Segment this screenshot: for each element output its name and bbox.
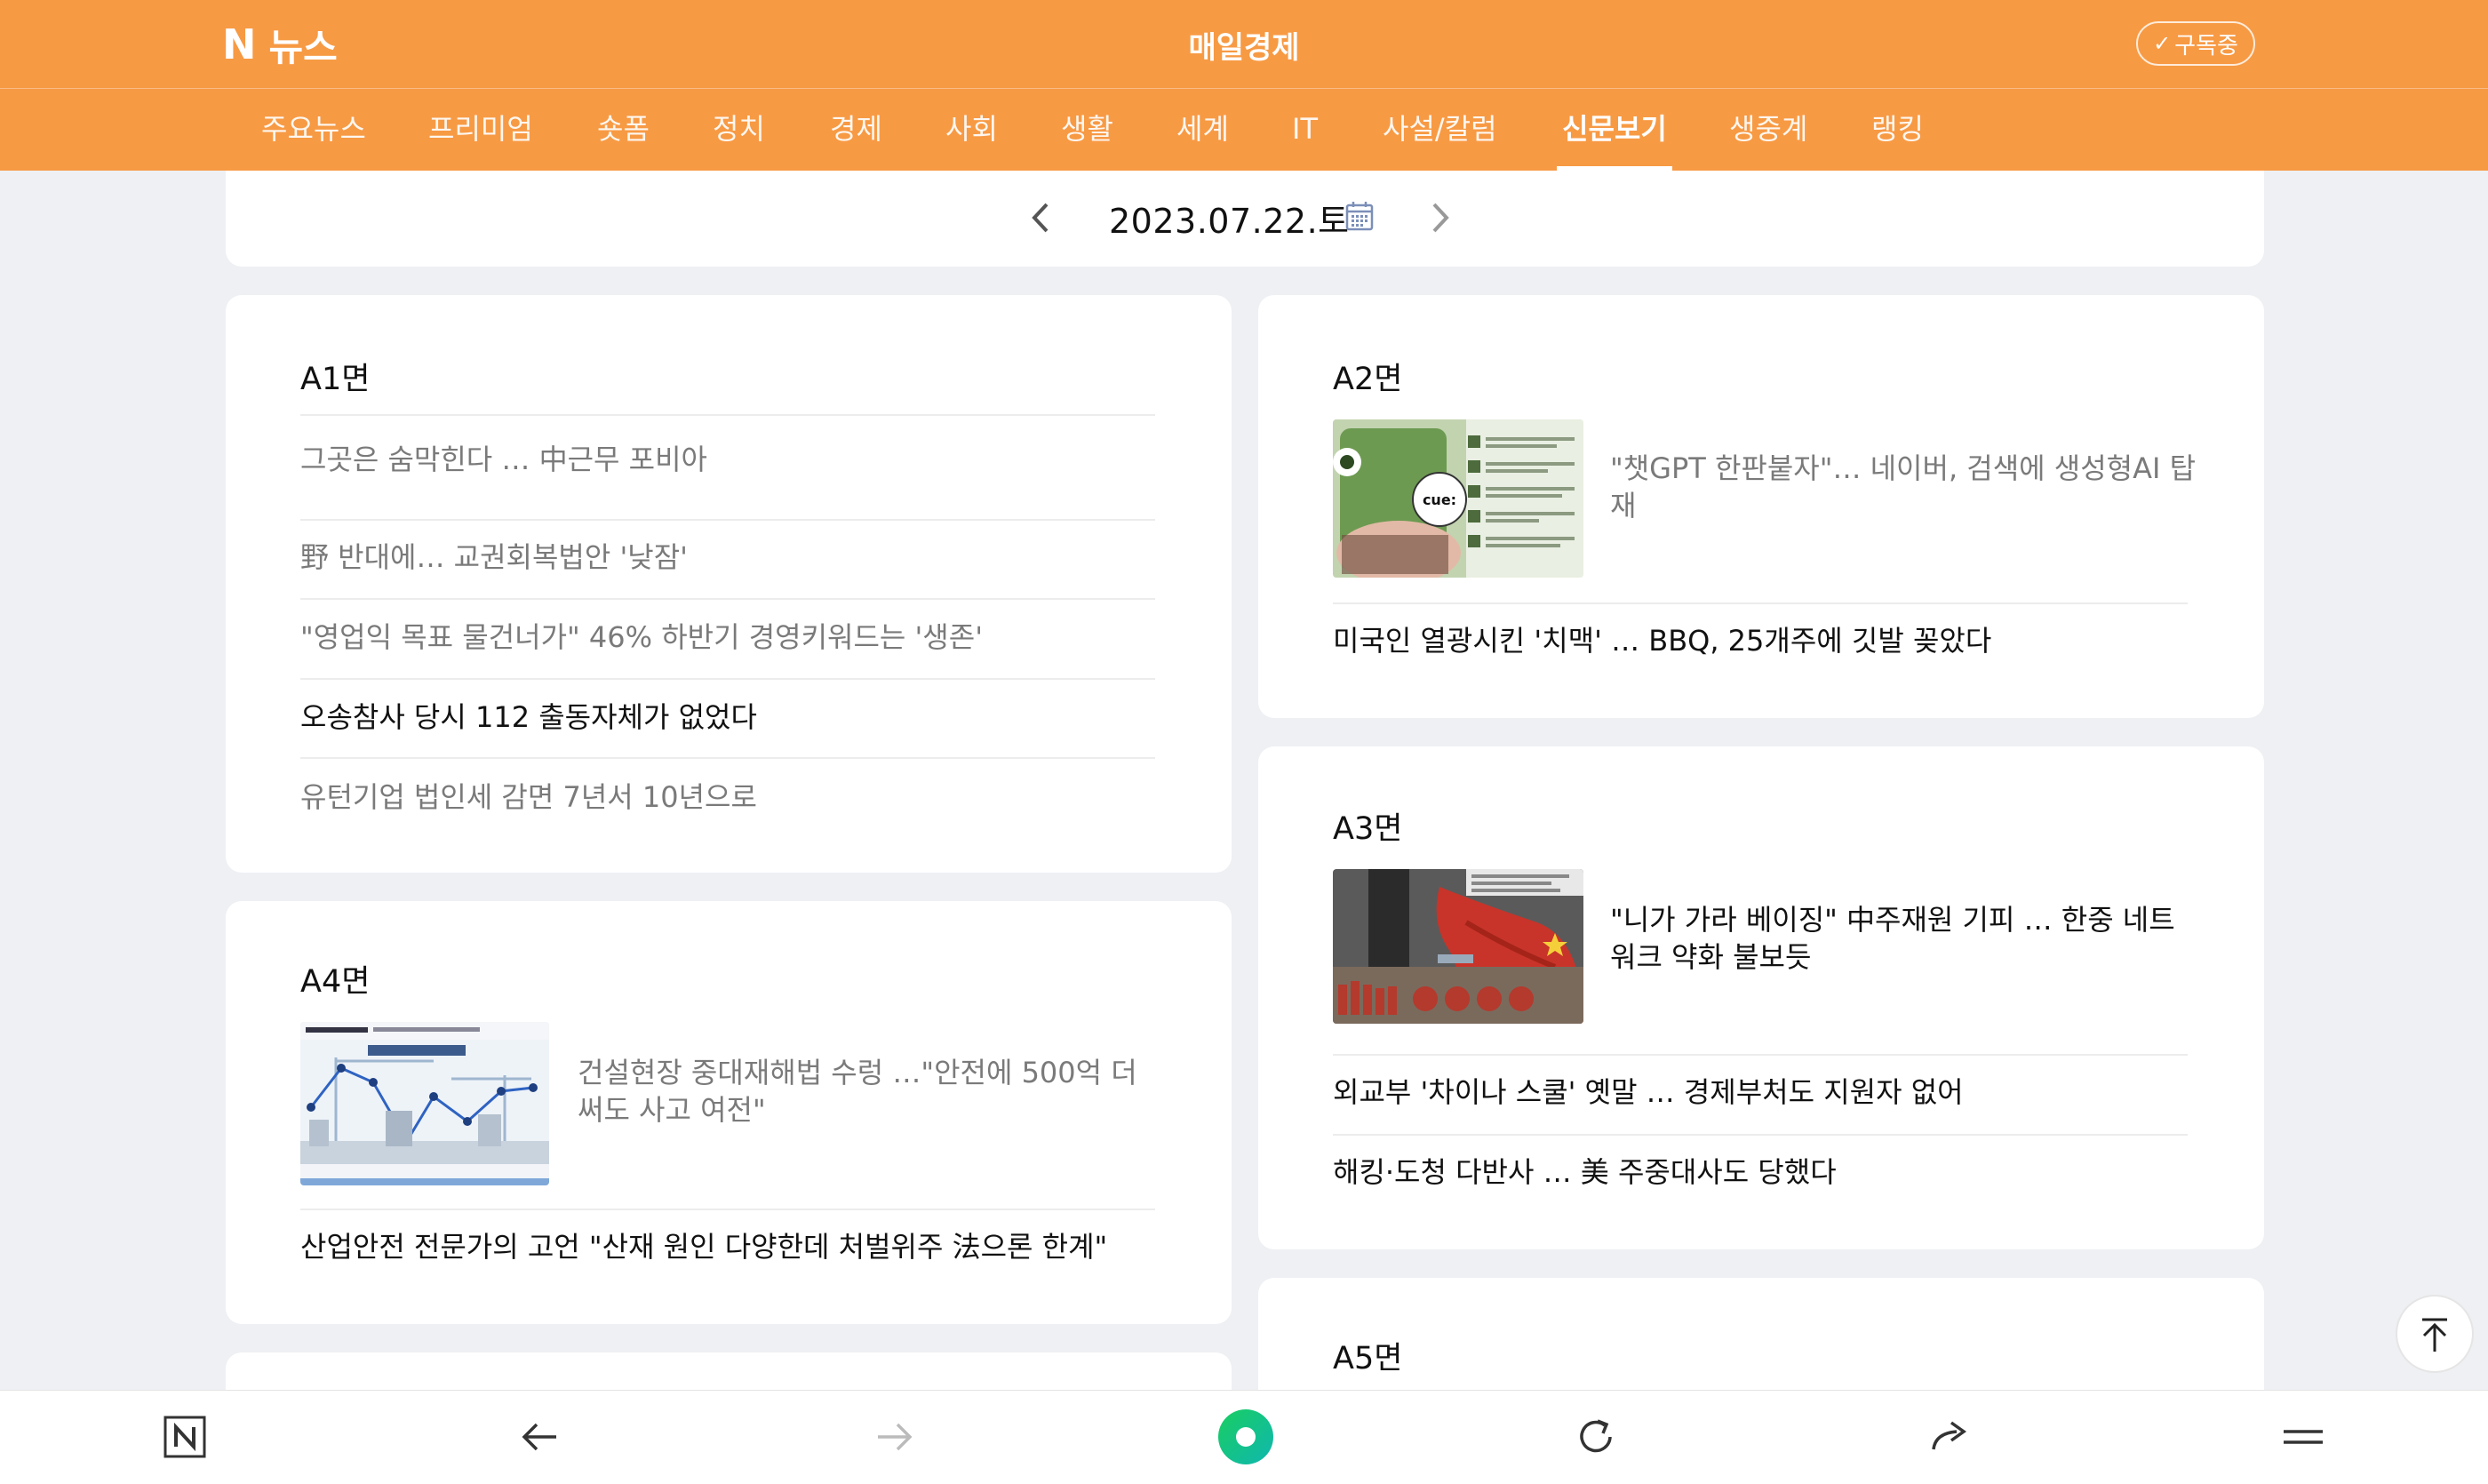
nav-item-ranking[interactable]: 랭킹 bbox=[1871, 89, 1924, 171]
cue-app-thumbnail: cue: bbox=[1333, 419, 1583, 578]
headline-link[interactable]: 오송참사 당시 112 출동자체가 없었다 bbox=[300, 698, 757, 736]
headline-link[interactable]: "니가 가라 베이징" 中주재원 기피 … 한중 네트워크 약화 불보듯 bbox=[1610, 901, 2197, 976]
chevron-right-icon bbox=[1432, 203, 1449, 233]
forward-arrow-icon[interactable] bbox=[867, 1410, 921, 1464]
headline-link[interactable]: "영업익 목표 물건너가" 46% 하반기 경영키워드는 '생존' bbox=[300, 618, 983, 656]
divider bbox=[1333, 1134, 2188, 1136]
subscribe-label: 구독중 bbox=[2174, 32, 2238, 60]
share-icon[interactable] bbox=[1923, 1410, 1976, 1464]
page-title: A3면 bbox=[1333, 811, 1403, 847]
next-date-button[interactable] bbox=[1422, 195, 1457, 240]
divider bbox=[300, 414, 1155, 416]
nav-item-premium[interactable]: 프리미엄 bbox=[428, 89, 533, 171]
page-card-a3: A3면 "니가 가라 베이징" 中주재원 기피 … 한중 네트워크 약화 불보듯… bbox=[1258, 746, 2264, 1249]
nav-item-shortform[interactable]: 숏폼 bbox=[597, 89, 650, 171]
check-icon: ✓ bbox=[2153, 31, 2172, 56]
headline-link[interactable]: 해킹·도청 다반사 … 美 주중대사도 당했다 bbox=[1333, 1153, 1837, 1191]
divider bbox=[300, 598, 1155, 600]
article-thumbnail[interactable]: cue: bbox=[1333, 419, 1583, 578]
article-thumbnail[interactable] bbox=[1333, 869, 1583, 1024]
page-card-a4: A4면 건설현장 중대재해법 수렁 …"안전에 500억 더 써도 사고 여전" bbox=[226, 901, 1232, 1324]
divider bbox=[1333, 602, 2188, 604]
page-title: A2면 bbox=[1333, 362, 1403, 397]
divider bbox=[300, 519, 1155, 521]
page-title: A4면 bbox=[300, 964, 371, 1000]
divider bbox=[300, 757, 1155, 759]
cue-logo-text: cue: bbox=[1423, 491, 1456, 508]
headline-link[interactable]: 유턴기업 법인세 감면 7년서 10년으로 bbox=[300, 778, 757, 816]
page-card-a5: A5면 bbox=[1258, 1278, 2264, 1402]
headline-link[interactable]: 산업안전 전문가의 고언 "산재 원인 다양한데 처벌위주 法으론 한계" bbox=[300, 1228, 1107, 1265]
date-selector: 2023.07.22.토 bbox=[226, 171, 2264, 267]
nav-item-editorial[interactable]: 사설/칼럼 bbox=[1383, 89, 1497, 171]
nav-item-newspaper[interactable]: 신문보기 bbox=[1557, 89, 1672, 171]
browser-bottom-bar bbox=[0, 1390, 2488, 1484]
calendar-icon[interactable] bbox=[1345, 201, 1374, 231]
nav-item-main-news[interactable]: 주요뉴스 bbox=[261, 89, 366, 171]
chevron-left-icon bbox=[1032, 203, 1049, 233]
category-nav: 주요뉴스 프리미엄 숏폼 정치 경제 사회 생활 세계 IT 사설/칼럼 신문보… bbox=[0, 89, 2488, 171]
scroll-to-top-button[interactable] bbox=[2396, 1295, 2474, 1373]
page-card-a2: A2면 cue: "챗GPT 한판붙자"… 네이버, 검색에 생성형AI 탑재 … bbox=[1258, 295, 2264, 718]
nav-item-world[interactable]: 세계 bbox=[1176, 89, 1229, 171]
headline-link[interactable]: 그곳은 숨막힌다 … 中근무 포비아 bbox=[300, 441, 707, 478]
top-header: N 뉴스 매일경제 ✓ 구독중 bbox=[0, 0, 2488, 89]
china-flag-thumbnail bbox=[1333, 869, 1583, 1024]
back-arrow-icon[interactable] bbox=[514, 1410, 567, 1464]
divider bbox=[1333, 1054, 2188, 1056]
subscribe-button[interactable]: ✓ 구독중 bbox=[2136, 21, 2255, 66]
page-title: A1면 bbox=[300, 362, 371, 397]
nav-item-life[interactable]: 생활 bbox=[1061, 89, 1113, 171]
menu-icon[interactable] bbox=[2277, 1410, 2330, 1464]
headline-link[interactable]: 미국인 열광시킨 '치맥' … BBQ, 25개주에 깃발 꽂았다 bbox=[1333, 622, 1991, 659]
prev-date-button[interactable] bbox=[1024, 195, 1059, 240]
divider bbox=[300, 1209, 1155, 1210]
press-name[interactable]: 매일경제 bbox=[0, 23, 2488, 67]
nav-item-it[interactable]: IT bbox=[1292, 89, 1318, 171]
current-date: 2023.07.22.토 bbox=[1109, 202, 1350, 241]
construction-chart-thumbnail bbox=[300, 1022, 549, 1185]
refresh-icon[interactable] bbox=[1569, 1410, 1623, 1464]
page-title: A5면 bbox=[1333, 1341, 1403, 1376]
headline-link[interactable]: "챗GPT 한판붙자"… 네이버, 검색에 생성형AI 탑재 bbox=[1610, 450, 2197, 524]
article-thumbnail[interactable] bbox=[300, 1022, 549, 1185]
nav-item-politics[interactable]: 정치 bbox=[713, 89, 765, 171]
nav-item-live[interactable]: 생중계 bbox=[1729, 89, 1807, 171]
naver-home-icon[interactable] bbox=[158, 1410, 211, 1464]
headline-link[interactable]: 외교부 '차이나 스쿨' 옛말 … 경제부처도 지원자 없어 bbox=[1333, 1073, 1964, 1111]
nav-item-economy[interactable]: 경제 bbox=[830, 89, 882, 171]
divider bbox=[300, 678, 1155, 680]
page-card-a1: A1면 그곳은 숨막힌다 … 中근무 포비아 野 반대에… 교권회복법안 '낮잠… bbox=[226, 295, 1232, 873]
arrow-up-icon bbox=[2422, 1318, 2447, 1352]
headline-link[interactable]: 野 반대에… 교권회복법안 '낮잠' bbox=[300, 539, 688, 576]
green-dot-icon[interactable] bbox=[1217, 1408, 1274, 1465]
nav-item-society[interactable]: 사회 bbox=[945, 89, 998, 171]
headline-link[interactable]: 건설현장 중대재해법 수렁 …"안전에 500억 더 써도 사고 여전" bbox=[578, 1054, 1164, 1129]
